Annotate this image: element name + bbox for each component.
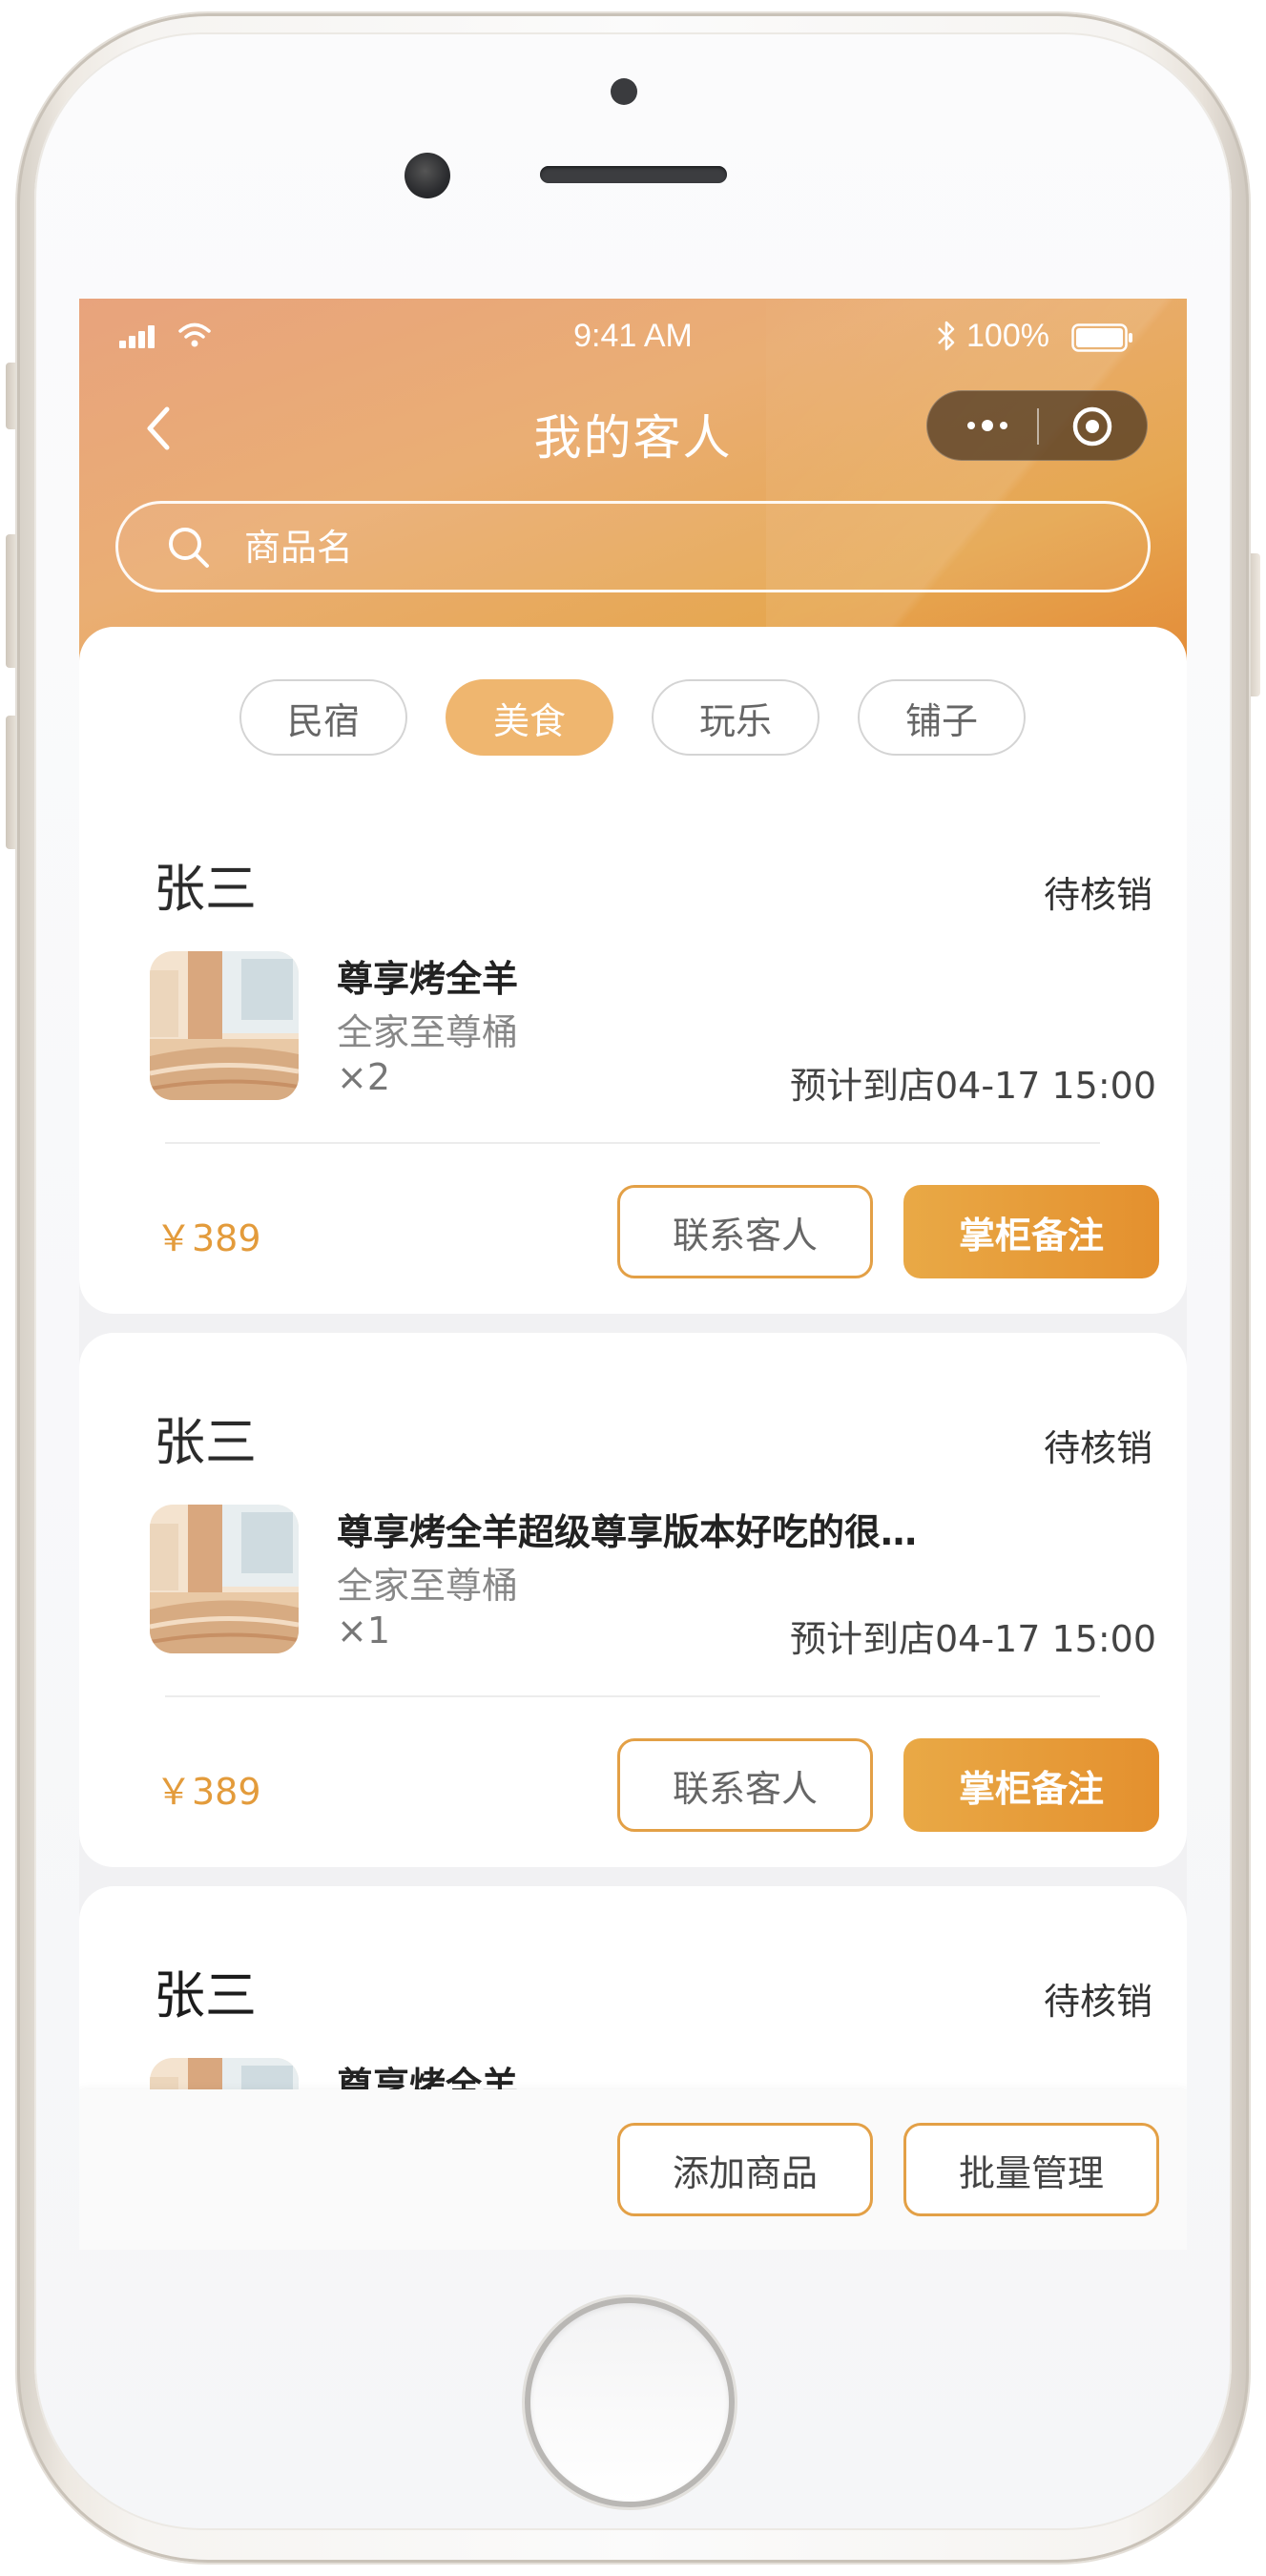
customer-name: 张三 bbox=[154, 1412, 257, 1472]
search-box[interactable] bbox=[115, 501, 1151, 592]
tab-shop[interactable]: 铺子 bbox=[858, 679, 1026, 756]
order-price: ￥389 bbox=[156, 1217, 261, 1259]
bottom-action-bar: 添加商品 批量管理 bbox=[79, 2089, 1187, 2250]
category-tabs: 民宿 美食 玩乐 铺子 bbox=[79, 679, 1187, 756]
app-screen: 9:41 AM 100% 我的客人 商品名 民宿 美食 玩乐 铺子 张三 待核销… bbox=[79, 299, 1187, 2250]
product-title: 尊享烤全羊超级尊享版本好吃的很… bbox=[337, 1511, 918, 1553]
product-thumbnail bbox=[150, 1505, 299, 1653]
arrival-time: 预计到店04-17 15:00 bbox=[789, 1618, 1156, 1660]
front-camera bbox=[405, 153, 450, 198]
arrival-time: 预计到店04-17 15:00 bbox=[789, 1065, 1156, 1107]
bluetooth-icon bbox=[938, 321, 955, 351]
close-miniprogram-icon[interactable] bbox=[1070, 405, 1114, 448]
room-image bbox=[150, 1505, 299, 1653]
owner-note-button[interactable]: 掌柜备注 bbox=[903, 1185, 1159, 1278]
add-product-button[interactable]: 添加商品 bbox=[617, 2123, 873, 2216]
status-bar: 9:41 AM 100% bbox=[79, 299, 1187, 371]
divider bbox=[165, 1695, 1100, 1697]
product-title: 尊享烤全羊 bbox=[337, 958, 519, 1000]
order-price: ￥389 bbox=[156, 1771, 261, 1813]
product-thumbnail bbox=[150, 951, 299, 1100]
order-status: 待核销 bbox=[1043, 1427, 1152, 1469]
order-status: 待核销 bbox=[1043, 874, 1152, 916]
capsule-divider bbox=[1037, 408, 1039, 445]
tab-entertainment[interactable]: 玩乐 bbox=[652, 679, 820, 756]
battery-percentage: 100% bbox=[966, 318, 1049, 354]
proximity-sensor bbox=[611, 78, 637, 105]
batch-manage-button[interactable]: 批量管理 bbox=[903, 2123, 1159, 2216]
order-card: 张三 待核销 尊享烤全羊超级尊享版本好吃的很… 全家至尊桶 ×1 预计到店04-… bbox=[79, 1333, 1187, 1867]
owner-note-button[interactable]: 掌柜备注 bbox=[903, 1738, 1159, 1832]
product-quantity: ×2 bbox=[337, 1056, 391, 1098]
search-icon bbox=[169, 528, 209, 568]
battery-icon bbox=[1071, 323, 1132, 352]
customer-name: 张三 bbox=[154, 1965, 257, 2025]
customer-name: 张三 bbox=[154, 859, 257, 919]
miniprogram-capsule bbox=[926, 390, 1148, 461]
power-button bbox=[1247, 553, 1260, 696]
search-input[interactable] bbox=[244, 519, 1103, 576]
tab-homestay[interactable]: 民宿 bbox=[239, 679, 407, 756]
tab-food[interactable]: 美食 bbox=[446, 679, 613, 756]
contact-customer-button[interactable]: 联系客人 bbox=[617, 1185, 873, 1278]
order-status: 待核销 bbox=[1043, 1981, 1152, 2023]
product-spec: 全家至尊桶 bbox=[337, 1565, 519, 1607]
room-image bbox=[150, 951, 299, 1100]
nav-bar: 我的客人 bbox=[79, 386, 1187, 472]
product-quantity: ×1 bbox=[337, 1610, 391, 1652]
contact-customer-button[interactable]: 联系客人 bbox=[617, 1738, 873, 1832]
product-spec: 全家至尊桶 bbox=[337, 1011, 519, 1053]
divider bbox=[165, 1142, 1100, 1144]
earpiece-speaker bbox=[540, 166, 727, 183]
more-icon[interactable] bbox=[964, 416, 1011, 435]
home-button[interactable] bbox=[525, 2297, 735, 2507]
order-card: 民宿 美食 玩乐 铺子 张三 待核销 尊享烤全羊 全家至尊桶 ×2 预计到店04… bbox=[79, 627, 1187, 1314]
